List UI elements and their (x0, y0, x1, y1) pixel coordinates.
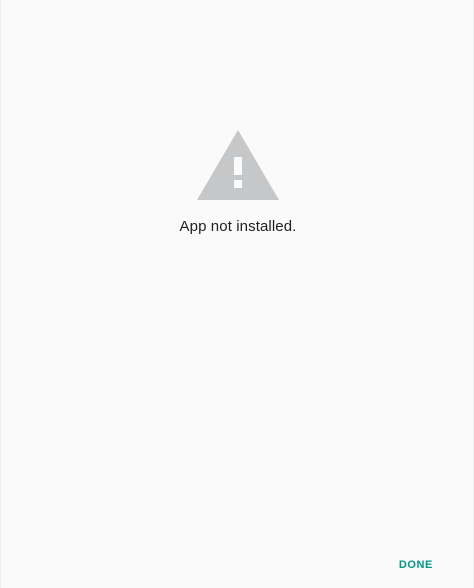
done-button[interactable]: DONE (395, 556, 437, 574)
app-not-installed-screen: App not installed. DONE (0, 0, 474, 588)
status-message: App not installed. (179, 218, 297, 235)
warning-triangle-icon (197, 130, 279, 200)
